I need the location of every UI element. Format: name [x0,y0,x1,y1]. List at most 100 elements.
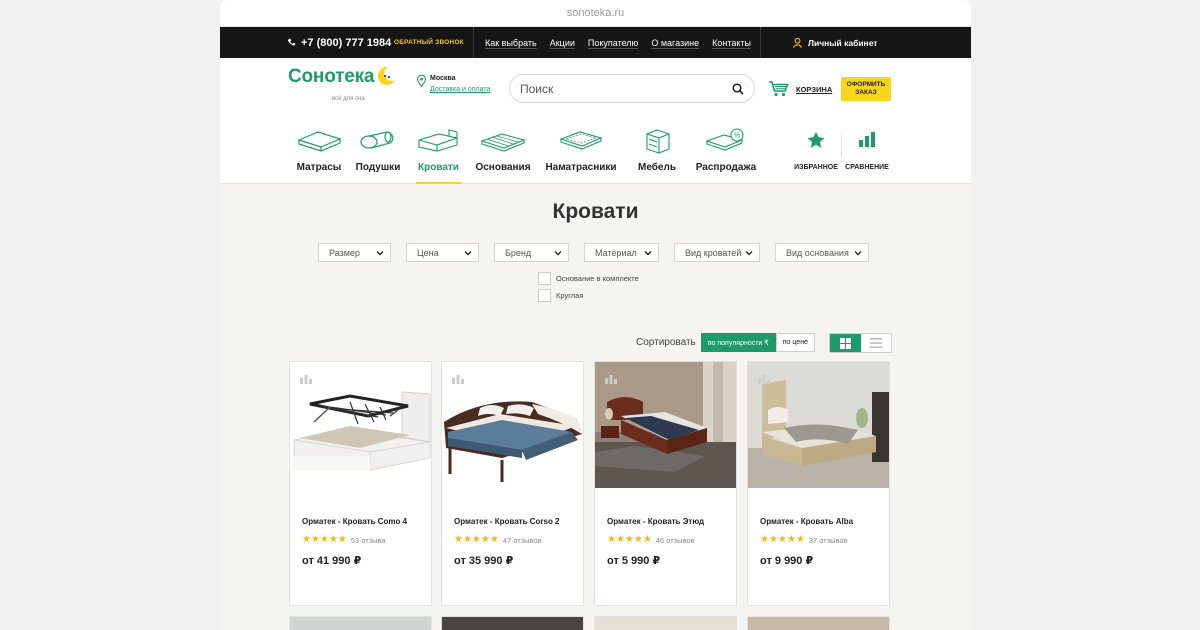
nav-promos[interactable]: Акции [550,38,575,48]
user-icon [792,37,803,48]
checkout-button[interactable]: ОФОРМИТЬ ЗАКАЗ [841,77,891,101]
nav-divider [760,27,761,58]
category-sale[interactable]: % Распродажа [695,121,757,184]
divider [841,133,842,157]
mattress-topper-icon [559,131,603,150]
account-link[interactable]: Личный кабинет [792,37,877,48]
site-logo[interactable]: Сонотека всё для сна [288,66,395,102]
reviews-count[interactable]: 37 отзывов [809,536,848,545]
checkbox-label: Основание в комплекте [556,274,639,283]
category-furniture[interactable]: Мебель [638,121,676,184]
top-nav: Как выбрать Акции Покупателю О магазине … [473,27,761,58]
category-bed-bases[interactable]: Основания [475,121,531,184]
checkbox-round[interactable]: Круглая [538,287,639,304]
category-pillows[interactable]: Подушки [355,121,401,184]
product-title[interactable]: Орматек - Кровать Corso 2 [454,517,560,526]
grid-view-button[interactable] [830,334,861,352]
category-beds[interactable]: Кровати [416,121,461,184]
sort-bar: Сортировать по популярности ₹ по цене [636,333,815,352]
star-icon: ★★★★★ [454,534,499,545]
chevron-down-icon [745,250,753,255]
list-view-button[interactable] [861,334,892,352]
category-label: Кровати [418,162,459,173]
category-mattresses[interactable]: Матрасы [296,121,342,184]
category-label: Распродажа [695,162,757,173]
product-rating: ★★★★★ 46 отзывов [607,535,695,545]
filter-price[interactable]: Цена [406,243,479,262]
phone-link[interactable]: +7 (800) 777 1984 [287,37,391,49]
product-title[interactable]: Орматек - Кровать Alba [760,517,853,526]
site-header: Сонотека всё для сна Москва Доставка и о… [220,58,971,121]
product-price: от 35 990 ₽ [454,555,514,567]
cart-link[interactable]: КОРЗИНА [768,80,832,98]
filter-base-type[interactable]: Вид основания [775,243,869,262]
location-pin-icon [417,75,426,87]
compare-icon[interactable] [758,373,772,384]
checkbox-label: Круглая [556,291,584,300]
product-image[interactable] [290,362,431,488]
delivery-link[interactable]: Доставка и оплата [430,86,490,93]
search-icon[interactable] [732,82,744,95]
product-price: от 5 990 ₽ [607,555,661,567]
favorites-link[interactable]: ИЗБРАННОЕ [793,121,839,184]
category-toppers[interactable]: Наматрасники [545,121,617,184]
sort-price-button[interactable]: по цене [775,333,815,352]
account-label: Личный кабинет [808,37,878,48]
callback-link[interactable]: ОБРАТНЫЙ ЗВОНОК [394,39,464,46]
compare-icon[interactable] [300,373,314,384]
reviews-count[interactable]: 53 отзыва [351,536,386,545]
product-card-partial[interactable] [594,616,737,630]
filter-brand[interactable]: Бренд [494,243,569,262]
product-card-partial[interactable] [441,616,584,630]
cart-icon [769,81,789,97]
filter-label: Размер [329,247,360,258]
pillow-icon [360,131,394,149]
browser-window: sonoteka.ru +7 (800) 777 1984 ОБРАТНЫЙ З… [220,0,971,630]
compare-icon[interactable] [605,373,619,384]
product-title[interactable]: Орматек - Кровать Como 4 [302,517,407,526]
compare-icon[interactable] [452,373,466,384]
nav-contacts[interactable]: Контакты [712,38,751,48]
filter-label: Материал [595,247,637,258]
nav-about[interactable]: О магазине [651,38,699,48]
product-card[interactable]: Орматек - Кровать Этюд ★★★★★ 46 отзывов … [594,361,737,606]
search-box [509,74,755,103]
product-card[interactable]: Орматек - Кровать Corso 2 ★★★★★ 47 отзыв… [441,361,584,606]
nav-customers[interactable]: Покупателю [588,38,638,48]
address-bar[interactable]: sonoteka.ru [220,0,971,27]
category-label: Матрасы [296,162,342,173]
checkbox-base-included[interactable]: Основание в комплекте [538,270,639,287]
bed-base-icon [480,133,526,152]
product-image[interactable] [595,362,736,488]
category-label: Подушки [355,162,401,173]
filter-material[interactable]: Материал [584,243,659,262]
sort-popular-button[interactable]: по популярности ₹ [700,333,776,352]
product-card[interactable]: Орматек - Кровать Alba ★★★★★ 37 отзывов … [747,361,890,606]
product-card-partial[interactable] [289,616,432,630]
city-selector[interactable]: Москва Доставка и оплата [417,75,490,93]
product-title[interactable]: Орматек - Кровать Этюд [607,517,704,526]
compare-link[interactable]: СРАВНЕНИЕ [844,121,890,184]
reviews-count[interactable]: 46 отзывов [656,536,695,545]
checkbox[interactable] [538,289,551,302]
phone-icon [287,38,296,46]
sale-icon: % [705,128,744,151]
star-icon: ★★★★★ [760,534,805,545]
cart-label: КОРЗИНА [796,84,833,94]
product-card-partial[interactable] [747,616,890,630]
filter-label: Цена [417,247,439,258]
product-image[interactable] [442,362,583,488]
product-card[interactable]: Орматек - Кровать Como 4 ★★★★★ 53 отзыва… [289,361,432,606]
checkbox[interactable] [538,272,551,285]
nav-how-to-choose[interactable]: Как выбрать [485,38,537,48]
product-image[interactable] [748,362,889,488]
filter-bed-type[interactable]: Вид кроватей [674,243,760,262]
reviews-count[interactable]: 47 отзывов [503,536,542,545]
star-icon: ★★★★★ [607,534,652,545]
filter-size[interactable]: Размер [318,243,391,262]
bed-icon [418,129,458,152]
search-input[interactable] [520,81,732,96]
chevron-down-icon [854,250,862,255]
filter-label: Вид основания [786,247,849,258]
view-switcher [829,333,892,353]
